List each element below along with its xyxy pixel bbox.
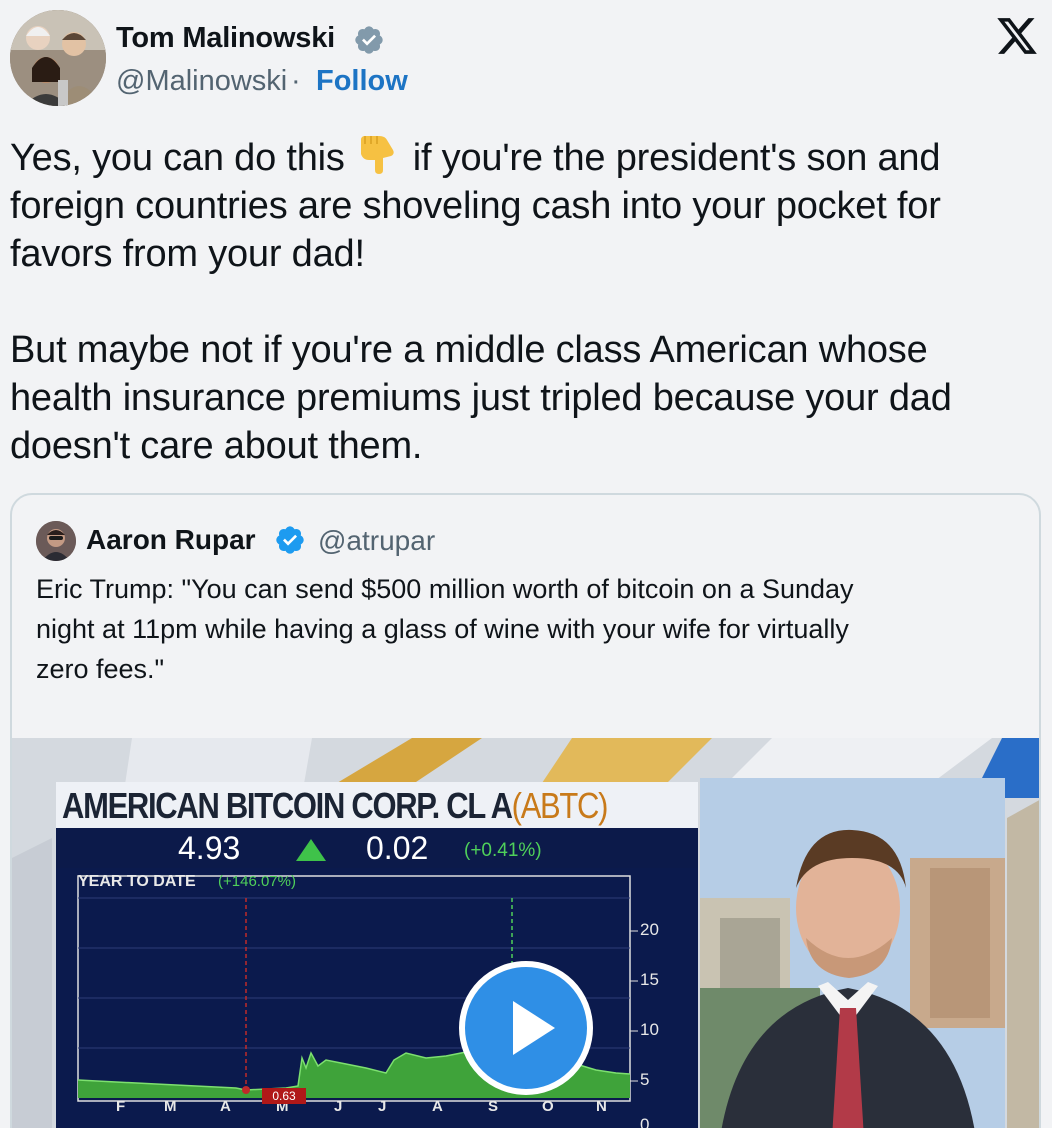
quoted-author-avatar[interactable] bbox=[36, 521, 76, 561]
video-thumbnail[interactable]: AMERICAN BITCOIN CORP. CL A(ABTC) 4.93 0… bbox=[12, 738, 1039, 1128]
verified-badge-icon bbox=[355, 26, 383, 54]
x-tick-label: A bbox=[220, 1098, 231, 1115]
tweet-line: foreign countries are shoveling cash int… bbox=[10, 185, 941, 227]
follow-button[interactable]: Follow bbox=[316, 65, 408, 98]
stock-ticker: (ABTC) bbox=[511, 785, 609, 826]
x-tick-label: J bbox=[378, 1098, 387, 1115]
quoted-line: night at 11pm while having a glass of wi… bbox=[36, 614, 849, 644]
quoted-line: zero fees." bbox=[36, 654, 165, 684]
ytd-pct: (+146.07%) bbox=[218, 873, 296, 890]
tweet-line: favors from your dad! bbox=[10, 233, 365, 275]
y-tick-label: 10 bbox=[640, 1020, 659, 1039]
y-tick-label: 0 bbox=[640, 1115, 650, 1128]
ytd-label: YEAR TO DATE bbox=[78, 873, 196, 890]
y-tick-label: 20 bbox=[640, 920, 659, 939]
quoted-author-name[interactable]: Aaron Rupar bbox=[86, 524, 256, 556]
quoted-line: Eric Trump: "You can send $500 million w… bbox=[36, 574, 854, 604]
x-tick-label: J bbox=[334, 1098, 343, 1115]
low-price-label: 0.63 bbox=[262, 1088, 306, 1104]
up-arrow-icon bbox=[296, 839, 326, 861]
x-tick-label: O bbox=[542, 1098, 554, 1115]
x-tick-label: F bbox=[116, 1098, 126, 1115]
y-tick-label: 15 bbox=[640, 970, 659, 989]
play-button[interactable] bbox=[459, 961, 593, 1095]
x-tick-label: S bbox=[488, 1098, 499, 1115]
quoted-author-handle[interactable]: @atrupar bbox=[318, 525, 435, 557]
x-tick-label: M bbox=[164, 1098, 177, 1115]
x-tick-label: A bbox=[432, 1098, 443, 1115]
author-avatar[interactable] bbox=[10, 10, 106, 106]
tweet-line: health insurance premiums just tripled b… bbox=[10, 377, 952, 419]
tweet-text-segment: if you're the president's son and bbox=[412, 137, 941, 179]
x-tick-label: N bbox=[596, 1098, 607, 1115]
quoted-tweet[interactable]: Aaron Rupar @atrupar Eric Trump: "You ca… bbox=[10, 493, 1041, 1128]
y-tick-label: 5 bbox=[640, 1070, 650, 1089]
verified-badge-icon bbox=[276, 526, 304, 554]
tweet-line: But maybe not if you're a middle class A… bbox=[10, 329, 928, 371]
tweet-card: Tom Malinowski @Malinowski · Follow Yes,… bbox=[0, 0, 1052, 1128]
stock-chart-svg bbox=[77, 875, 638, 1102]
chart-title: AMERICAN BITCOIN CORP. CL A(ABTC) bbox=[62, 785, 609, 827]
author-handle[interactable]: @Malinowski bbox=[116, 65, 287, 98]
quoted-text: Eric Trump: "You can send $500 million w… bbox=[36, 569, 1026, 689]
tweet-text-segment: Yes, you can do this bbox=[10, 137, 345, 179]
separator-dot: · bbox=[291, 65, 301, 97]
pointing-down-emoji-icon bbox=[360, 136, 394, 174]
speaker-video-panel bbox=[700, 778, 1005, 1128]
stock-change: 0.02 bbox=[366, 830, 429, 866]
stock-price: 4.93 bbox=[178, 830, 241, 866]
author-name[interactable]: Tom Malinowski bbox=[116, 22, 335, 55]
tweet-line: doesn't care about them. bbox=[10, 425, 423, 467]
play-icon bbox=[513, 1001, 555, 1055]
stock-change-pct: (+0.41%) bbox=[464, 840, 542, 861]
tweet-text: Yes, you can do this if you're the presi… bbox=[10, 134, 1040, 470]
stock-name: AMERICAN BITCOIN CORP. CL A bbox=[62, 785, 513, 826]
stock-chart bbox=[56, 868, 698, 1128]
tweet-line: Yes, you can do this if you're the presi… bbox=[10, 134, 1040, 182]
x-logo-icon[interactable] bbox=[994, 14, 1040, 58]
